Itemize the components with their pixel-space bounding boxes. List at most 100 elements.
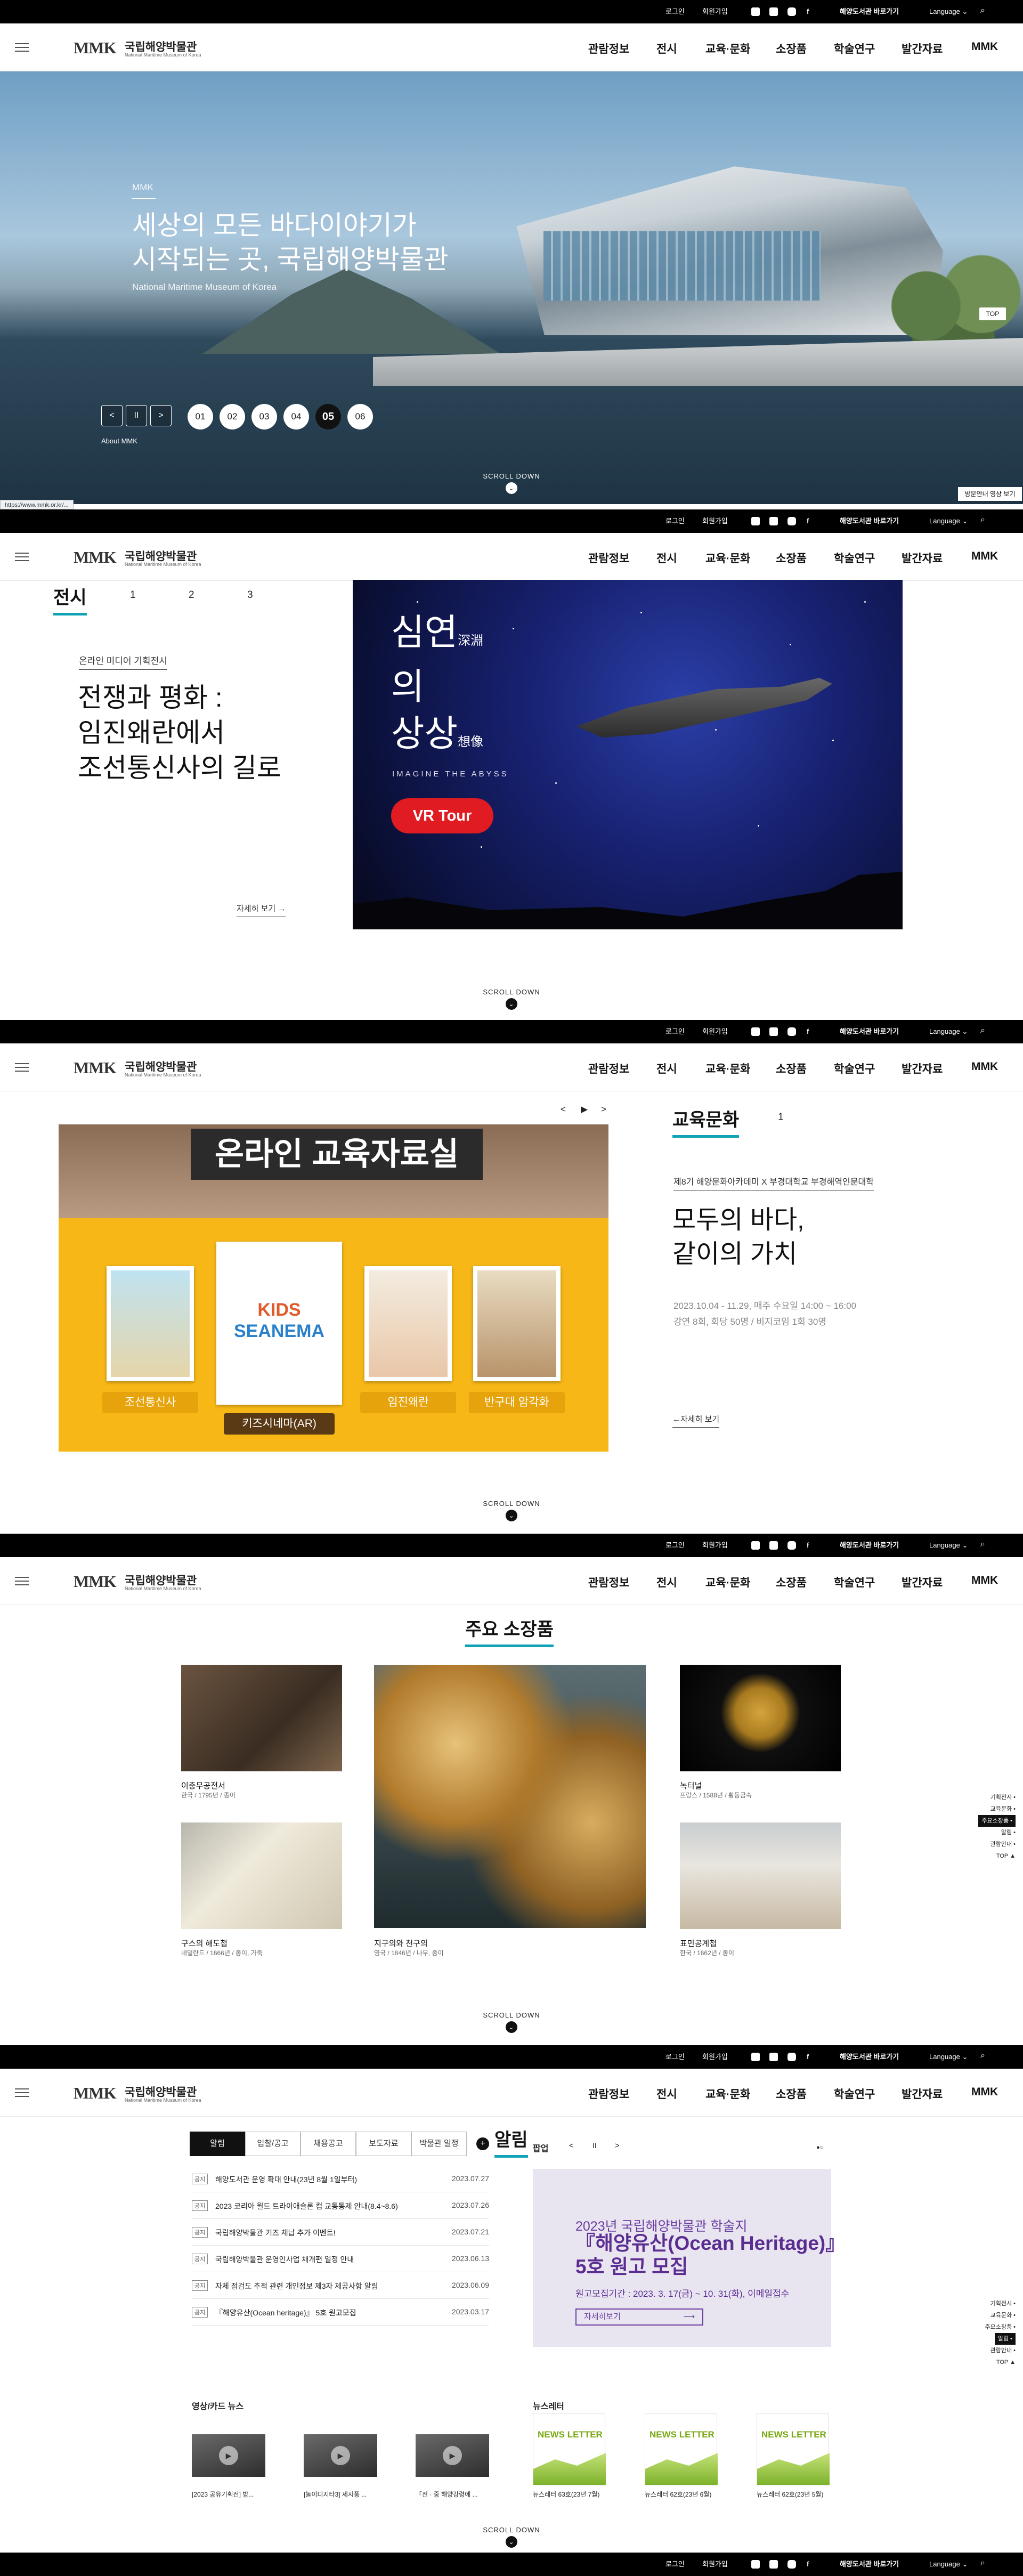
login-link[interactable]: 로그인: [665, 2053, 685, 2061]
video-caption[interactable]: 「전 · 중 해양강령에 ...: [416, 2490, 478, 2499]
facebook-icon[interactable]: f: [807, 2053, 809, 2061]
nav-item-visit[interactable]: 관람정보: [588, 2086, 629, 2102]
menu-icon[interactable]: [15, 1063, 29, 1072]
video-thumb[interactable]: ▶: [416, 2434, 489, 2477]
blog-icon[interactable]: [751, 2053, 760, 2061]
nav-item-publication[interactable]: 발간자료: [902, 1060, 943, 1076]
exhibition-tab-3[interactable]: 3: [247, 589, 253, 601]
nav-item-visit[interactable]: 관람정보: [588, 1574, 629, 1590]
instagram-icon[interactable]: [787, 2053, 796, 2061]
education-more-link[interactable]: ←자세히 보기: [672, 1413, 720, 1428]
nav-item-research[interactable]: 학술연구: [834, 1060, 875, 1076]
facebook-icon[interactable]: f: [807, 517, 809, 525]
library-link[interactable]: 해양도서관 바로가기: [840, 517, 899, 525]
popup-detail-button[interactable]: 자세히보기 ⟶: [575, 2308, 703, 2326]
scroll-down-3[interactable]: SCROLL DOWN ⌄: [458, 1500, 565, 1521]
language-select[interactable]: Language ⌄: [929, 1027, 968, 1036]
newsletter-thumb[interactable]: NEWS LETTER: [533, 2413, 606, 2485]
nav-item-education[interactable]: 교육·문화: [705, 2086, 750, 2102]
scroll-down-4[interactable]: SCROLL DOWN ⌄: [458, 2011, 565, 2033]
library-link[interactable]: 해양도서관 바로가기: [840, 1027, 899, 1036]
login-link[interactable]: 로그인: [665, 2560, 685, 2569]
facebook-icon[interactable]: f: [807, 2560, 809, 2569]
vr-tour-button[interactable]: VR Tour: [391, 798, 493, 833]
newsletter-caption[interactable]: 뉴스레터 62호(23년 5월): [757, 2490, 823, 2499]
instagram-icon[interactable]: [787, 1027, 796, 1036]
youtube-icon[interactable]: [769, 1541, 778, 1550]
notice-more-button[interactable]: +: [476, 2137, 489, 2150]
library-link[interactable]: 해양도서관 바로가기: [840, 2560, 899, 2569]
notice-row[interactable]: 공지 자체 점검도 추적 관련 개인정보 제3자 제공사항 알림 2023.06.0…: [192, 2272, 489, 2299]
instagram-icon[interactable]: [787, 2560, 796, 2569]
scroll-down-5[interactable]: SCROLL DOWN ⌄: [458, 2526, 565, 2548]
popup-banner[interactable]: 2023년 국립해양박물관 학술지 『해양유산(Ocean Heritage)』…: [533, 2169, 845, 2347]
visit-video-button[interactable]: 방문안내 영상 보기: [958, 487, 1022, 501]
quick-nav-exhibition[interactable]: 기획전시 •: [985, 2298, 1016, 2310]
search-icon[interactable]: ⌕: [980, 2052, 985, 2060]
menu-icon[interactable]: [15, 1577, 29, 1585]
quick-nav-top[interactable]: TOP ▲: [978, 1850, 1016, 1862]
quick-nav-notice[interactable]: 알림 •: [985, 2333, 1016, 2345]
nav-item-collection[interactable]: 소장품: [776, 1574, 807, 1590]
edu-button-kids-cinema[interactable]: 키즈시네마(AR): [224, 1413, 335, 1435]
facebook-icon[interactable]: f: [807, 7, 809, 16]
blog-icon[interactable]: [751, 2560, 760, 2569]
nav-item-visit[interactable]: 관람정보: [588, 550, 629, 566]
nav-item-research[interactable]: 학술연구: [834, 40, 875, 56]
youtube-icon[interactable]: [769, 7, 778, 16]
video-thumb[interactable]: ▶: [192, 2434, 265, 2477]
menu-icon[interactable]: [15, 553, 29, 561]
tab-press[interactable]: 보도자료: [356, 2132, 411, 2156]
nav-item-publication[interactable]: 발간자료: [902, 2086, 943, 2102]
tab-notice[interactable]: 알림: [190, 2132, 245, 2156]
search-icon[interactable]: ⌕: [980, 6, 985, 15]
join-link[interactable]: 회원가입: [702, 1541, 728, 1550]
join-link[interactable]: 회원가입: [702, 2053, 728, 2061]
nav-item-mmk[interactable]: MMK: [971, 2086, 998, 2099]
newsletter-caption[interactable]: 뉴스레터 62호(23년 6월): [645, 2490, 711, 2499]
language-select[interactable]: Language ⌄: [929, 1541, 968, 1550]
education-slider-play[interactable]: ▶: [581, 1104, 588, 1115]
quick-nav-education[interactable]: 교육문화 •: [985, 2310, 1016, 2321]
language-select[interactable]: Language ⌄: [929, 2053, 968, 2061]
nav-item-exhibition[interactable]: 전시: [656, 550, 677, 566]
newsletter-caption[interactable]: 뉴스레터 63호(23년 7월): [533, 2490, 599, 2499]
library-link[interactable]: 해양도서관 바로가기: [840, 2053, 899, 2061]
scroll-down-1[interactable]: SCROLL DOWN ⌄: [458, 472, 565, 494]
search-icon[interactable]: ⌕: [980, 2559, 985, 2567]
nav-item-education[interactable]: 교육·문화: [705, 1060, 750, 1076]
notice-row[interactable]: 공지 2023 코리아 월드 트라이애슬론 컵 교통통제 안내(8.4~8.6) 2…: [192, 2192, 489, 2219]
instagram-icon[interactable]: [787, 517, 796, 525]
nav-item-collection[interactable]: 소장품: [776, 2086, 807, 2102]
exhibition-more-link[interactable]: 자세히 보기 →: [237, 903, 286, 917]
blog-icon[interactable]: [751, 1027, 760, 1036]
nav-item-mmk[interactable]: MMK: [971, 1574, 998, 1587]
youtube-icon[interactable]: [769, 1027, 778, 1036]
edu-button-bangudae[interactable]: 반구대 암각화: [469, 1392, 565, 1413]
nav-item-publication[interactable]: 발간자료: [902, 550, 943, 566]
top-button[interactable]: TOP: [979, 307, 1006, 320]
language-select[interactable]: Language ⌄: [929, 7, 968, 16]
newsletter-thumb[interactable]: NEWS LETTER: [757, 2413, 830, 2485]
hero-slide-3[interactable]: 03: [251, 404, 277, 430]
popup-next[interactable]: >: [615, 2141, 620, 2150]
quick-nav-collection[interactable]: 주요소장품 •: [978, 1815, 1016, 1827]
nav-item-mmk[interactable]: MMK: [971, 1060, 998, 1073]
hero-pause-button[interactable]: II: [126, 405, 147, 426]
facebook-icon[interactable]: f: [807, 1027, 809, 1036]
video-caption[interactable]: [놀이디지타3] 세시풍 ...: [304, 2490, 367, 2499]
hero-slide-6[interactable]: 06: [347, 404, 373, 430]
nav-item-exhibition[interactable]: 전시: [656, 1060, 677, 1076]
nav-item-publication[interactable]: 발간자료: [902, 40, 943, 56]
hero-slide-4[interactable]: 04: [283, 404, 309, 430]
search-icon[interactable]: ⌕: [980, 1540, 985, 1549]
nav-item-visit[interactable]: 관람정보: [588, 1060, 629, 1076]
nav-item-collection[interactable]: 소장품: [776, 1060, 807, 1076]
popup-prev[interactable]: <: [569, 2141, 574, 2150]
nav-item-education[interactable]: 교육·문화: [705, 1574, 750, 1590]
library-link[interactable]: 해양도서관 바로가기: [840, 7, 899, 16]
nav-item-visit[interactable]: 관람정보: [588, 40, 629, 56]
language-select[interactable]: Language ⌄: [929, 2560, 968, 2569]
nav-item-education[interactable]: 교육·문화: [705, 550, 750, 566]
menu-icon[interactable]: [15, 2088, 29, 2097]
